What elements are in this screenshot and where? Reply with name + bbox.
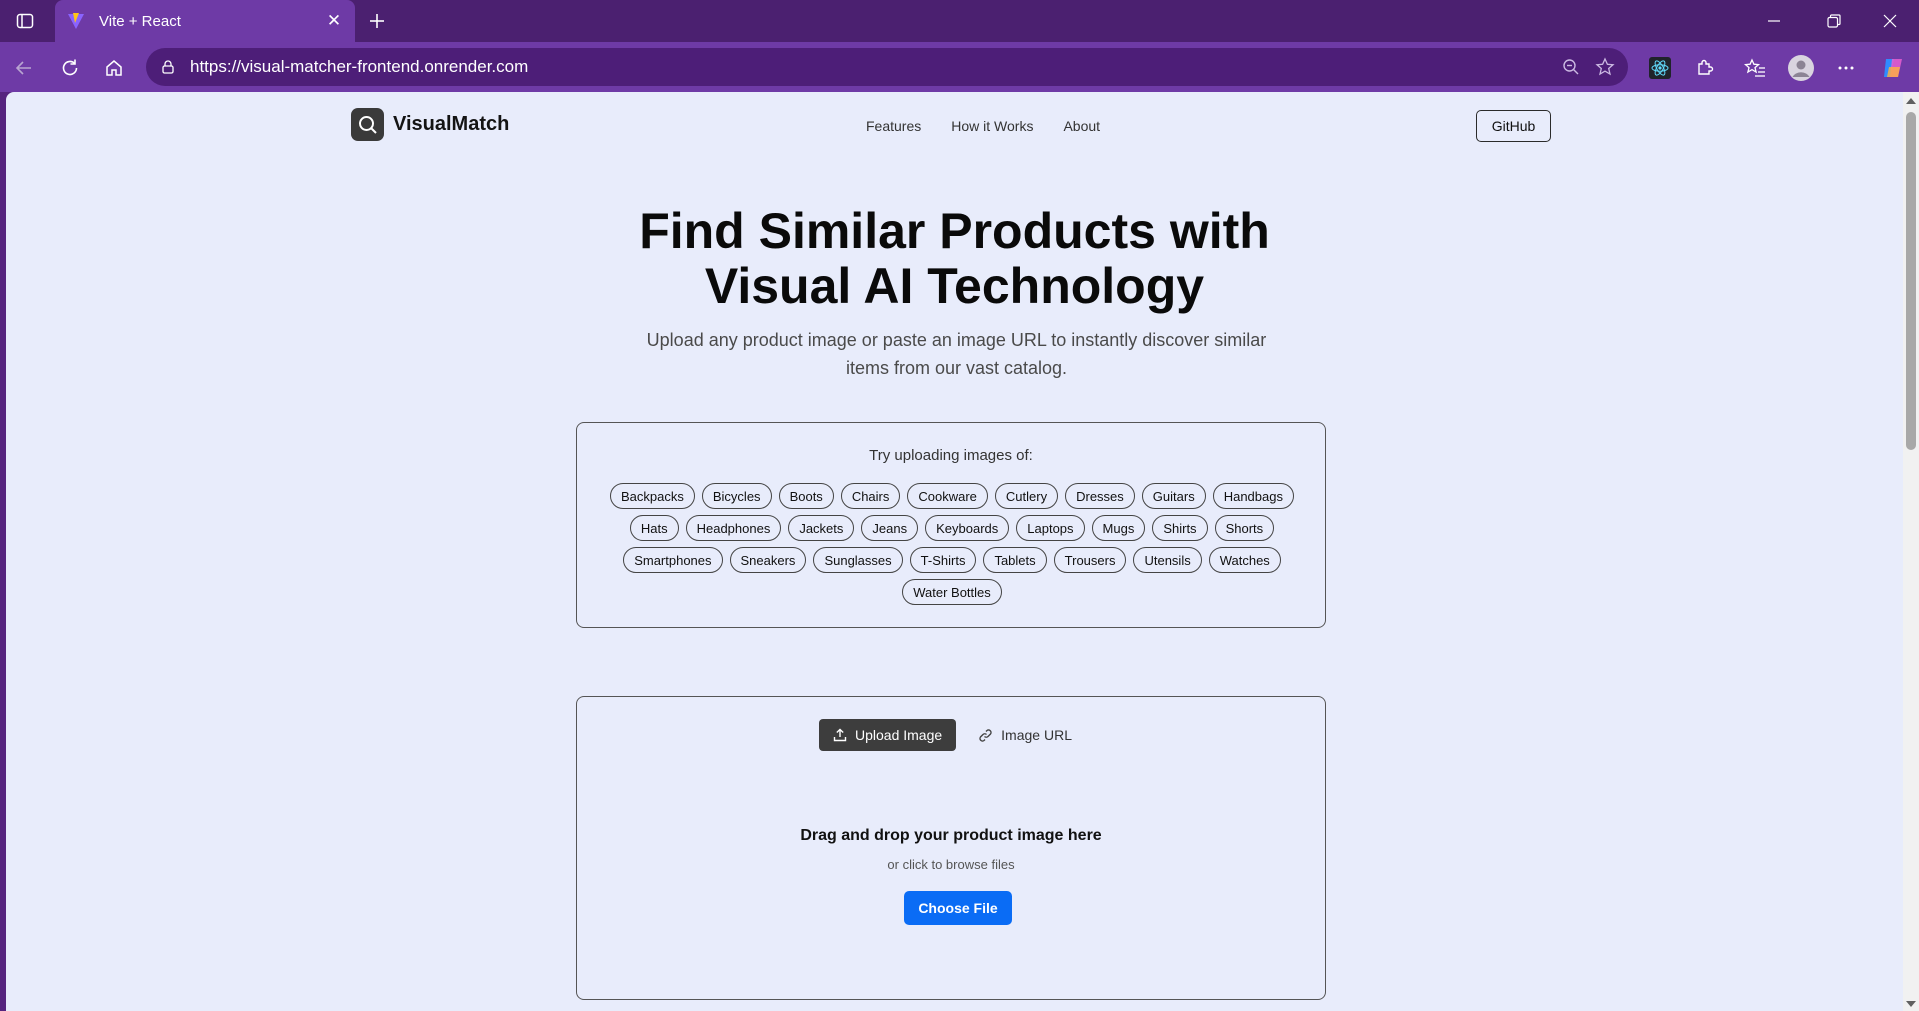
site-info-icon[interactable]: [158, 57, 178, 77]
upload-mode-tabs: Upload Image Image URL: [819, 719, 1086, 751]
category-chip[interactable]: Tablets: [983, 547, 1047, 573]
tab-upload-image-label: Upload Image: [855, 727, 943, 743]
new-tab-icon[interactable]: [362, 6, 392, 36]
category-chip[interactable]: Laptops: [1016, 515, 1085, 541]
category-chip[interactable]: Shorts: [1214, 515, 1275, 541]
suggestions-label: Try uploading images of:: [869, 447, 1033, 464]
scroll-thumb[interactable]: [1906, 112, 1916, 450]
category-chip[interactable]: Utensils: [1133, 547, 1202, 573]
category-chip[interactable]: Handbags: [1212, 483, 1294, 509]
brand-logo[interactable]: VisualMatch: [351, 108, 509, 141]
category-chip[interactable]: Shirts: [1152, 515, 1208, 541]
category-chip[interactable]: Sunglasses: [813, 547, 903, 573]
nav-link-about[interactable]: About: [1063, 118, 1100, 134]
link-icon: [979, 728, 992, 742]
category-chip[interactable]: T-Shirts: [909, 547, 977, 573]
upload-card[interactable]: Upload Image Image URL Drag and drop you…: [576, 696, 1326, 1000]
magnifier-logo-icon: [351, 108, 384, 141]
nav-links: Features How it Works About: [866, 118, 1100, 134]
category-chip[interactable]: Cutlery: [994, 483, 1059, 509]
hero-title: Find Similar Products with Visual AI Tec…: [6, 204, 1903, 314]
category-chip[interactable]: Keyboards: [925, 515, 1010, 541]
category-chip[interactable]: Guitars: [1141, 483, 1206, 509]
category-chip[interactable]: Chairs: [840, 483, 901, 509]
category-chip[interactable]: Headphones: [685, 515, 782, 541]
hero-subtitle: Upload any product image or paste an ima…: [624, 326, 1289, 382]
favorite-star-icon[interactable]: [1588, 50, 1622, 84]
category-chip[interactable]: Watches: [1208, 547, 1281, 573]
extensions-icon[interactable]: [1689, 52, 1721, 84]
page-viewport: VisualMatch Features How it Works About …: [6, 92, 1919, 1011]
copilot-icon[interactable]: [1877, 52, 1909, 84]
close-window-icon[interactable]: [1861, 0, 1919, 42]
hero-subtitle-line-1: Upload any product image or paste an ima…: [646, 330, 1267, 350]
more-options-icon[interactable]: [1830, 52, 1862, 84]
tab-upload-image[interactable]: Upload Image: [819, 719, 957, 751]
tab-close-icon[interactable]: ✕: [319, 6, 349, 36]
category-chip[interactable]: Dresses: [1065, 483, 1135, 509]
scroll-up-arrow-icon[interactable]: [1906, 98, 1916, 104]
category-chips: Backpacks Bicycles Boots Chairs Cookware…: [607, 483, 1297, 605]
nav-link-how-it-works[interactable]: How it Works: [951, 118, 1033, 134]
dropzone-subtitle: or click to browse files: [887, 857, 1015, 872]
tab-title: Vite + React: [99, 12, 181, 30]
refresh-icon[interactable]: [54, 52, 86, 84]
site-navbar: VisualMatch Features How it Works About …: [6, 92, 1903, 156]
nav-link-features[interactable]: Features: [866, 118, 921, 134]
category-chip[interactable]: Jackets: [788, 515, 855, 541]
category-chip[interactable]: Trousers: [1053, 547, 1127, 573]
category-chip[interactable]: Mugs: [1091, 515, 1146, 541]
back-icon[interactable]: [8, 52, 40, 84]
choose-file-button[interactable]: Choose File: [904, 891, 1012, 925]
react-devtools-icon[interactable]: [1644, 52, 1676, 84]
category-chip[interactable]: Cookware: [907, 483, 988, 509]
browser-toolbar: https://visual-matcher-frontend.onrender…: [0, 42, 1919, 92]
category-chip[interactable]: Hats: [629, 515, 679, 541]
category-chip[interactable]: Water Bottles: [902, 579, 1002, 605]
upload-icon: [833, 728, 847, 742]
zoom-out-icon[interactable]: [1554, 50, 1588, 84]
scroll-down-arrow-icon[interactable]: [1906, 1001, 1916, 1007]
suggestions-card: Try uploading images of: Backpacks Bicyc…: [576, 422, 1326, 628]
favorites-icon[interactable]: [1739, 52, 1771, 84]
profile-avatar-icon[interactable]: [1785, 52, 1817, 84]
restore-icon[interactable]: [1805, 0, 1863, 42]
category-chip[interactable]: Jeans: [861, 515, 919, 541]
tab-image-url[interactable]: Image URL: [964, 719, 1086, 751]
category-chip[interactable]: Sneakers: [729, 547, 807, 573]
hero-subtitle-line-2: items from our vast catalog.: [845, 358, 1068, 378]
url-text[interactable]: https://visual-matcher-frontend.onrender…: [190, 57, 1554, 77]
category-chip[interactable]: Backpacks: [610, 483, 695, 509]
hero-title-line-2: Visual AI Technology: [704, 258, 1205, 314]
github-button[interactable]: GitHub: [1476, 110, 1551, 142]
vite-favicon-icon: [67, 12, 85, 30]
hero-title-line-1: Find Similar Products with: [639, 203, 1270, 259]
category-chip[interactable]: Bicycles: [701, 483, 772, 509]
tab-actions-icon[interactable]: [10, 8, 40, 34]
address-bar[interactable]: https://visual-matcher-frontend.onrender…: [146, 48, 1628, 86]
page-scrollbar[interactable]: [1903, 92, 1919, 1011]
dropzone-title: Drag and drop your product image here: [800, 827, 1102, 844]
tab-image-url-label: Image URL: [1001, 727, 1072, 743]
home-icon[interactable]: [98, 52, 130, 84]
category-chip[interactable]: Boots: [778, 483, 834, 509]
browser-tab-active[interactable]: Vite + React ✕: [55, 0, 355, 42]
browser-titlebar: Vite + React ✕: [0, 0, 1919, 42]
minimize-icon[interactable]: [1745, 0, 1803, 42]
category-chip[interactable]: Smartphones: [623, 547, 723, 573]
brand-name: VisualMatch: [393, 113, 510, 135]
